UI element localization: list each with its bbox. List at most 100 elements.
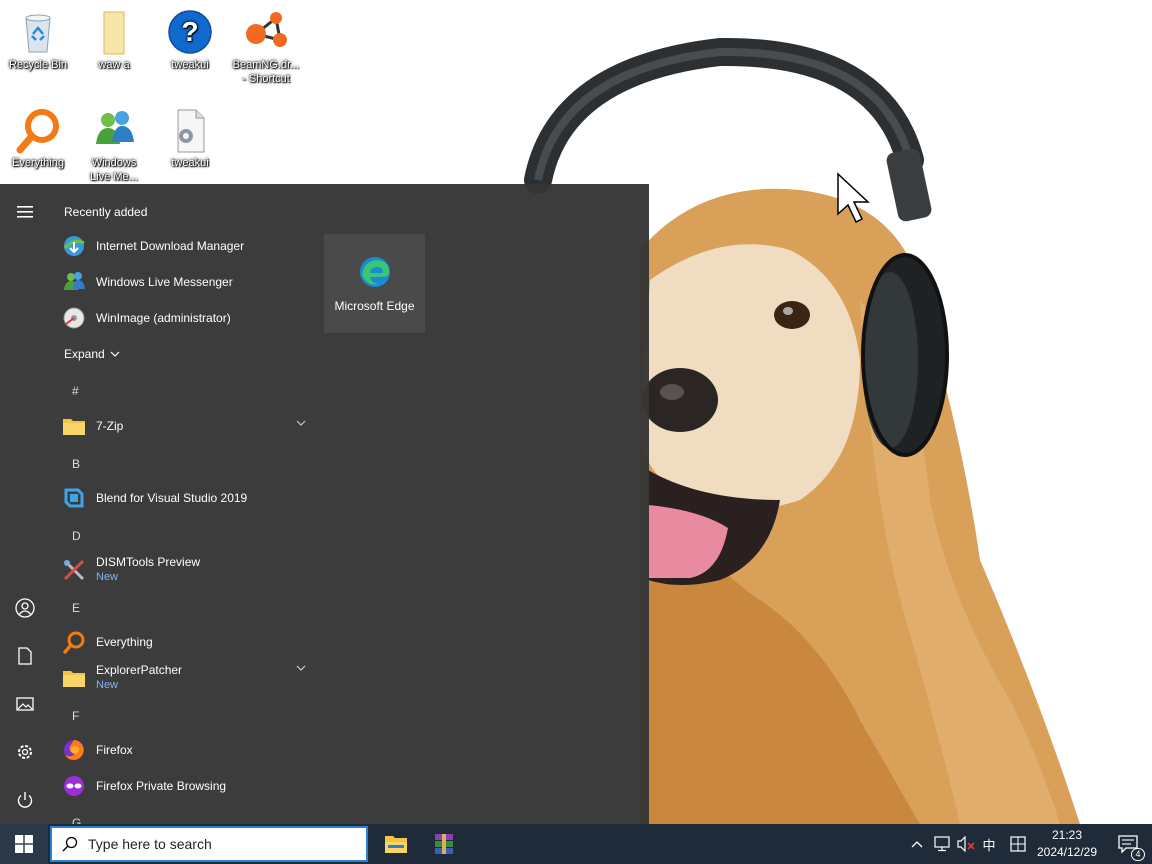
desktop-icon-beamng-shortcut[interactable]: BeamNG.dr... - Shortcut	[228, 8, 304, 86]
settings-file-icon	[177, 109, 205, 153]
documents-icon	[18, 647, 32, 665]
edge-icon	[359, 256, 390, 287]
list-item-winimage[interactable]: WinImage (administrator)	[60, 301, 310, 335]
documents-button[interactable]	[0, 636, 50, 676]
app-list: Recently added Internet Download Manager…	[52, 184, 314, 824]
group-header-g[interactable]: G	[72, 816, 81, 824]
desktop-icon-recycle-bin[interactable]: Recycle Bin	[0, 8, 76, 72]
app-label: Everything	[96, 634, 153, 649]
everything-icon	[60, 628, 88, 656]
desktop-icon-everything[interactable]: Everything	[0, 106, 76, 170]
group-header-f[interactable]: F	[72, 709, 79, 723]
chevron-down-icon	[110, 351, 120, 357]
clock-date: 2024/12/29	[1036, 845, 1098, 859]
expand-button[interactable]: Expand	[64, 347, 120, 361]
power-icon	[17, 792, 33, 808]
settings-button[interactable]	[0, 732, 50, 772]
chevron-down-icon[interactable]	[296, 420, 306, 426]
app-label: 7-Zip	[96, 418, 124, 433]
everything-icon	[16, 109, 59, 154]
user-account-button[interactable]	[0, 588, 50, 628]
settings-icon	[18, 745, 32, 759]
list-item-explorerpatcher[interactable]: ExplorerPatcher New	[60, 661, 310, 695]
start-menu: Recently added Internet Download Manager…	[0, 184, 649, 824]
list-item-windows-live-messenger[interactable]: Windows Live Messenger	[60, 265, 310, 299]
desktop-icon-label: waw a	[98, 59, 130, 71]
list-item-everything[interactable]: Everything	[60, 625, 310, 659]
show-hidden-icons-button[interactable]	[906, 824, 928, 864]
ime-mode-button[interactable]	[1006, 824, 1030, 864]
folder-icon	[103, 11, 125, 55]
clock-time: 21:23	[1051, 828, 1083, 842]
blend-icon	[60, 484, 88, 512]
network-status[interactable]	[930, 824, 954, 864]
new-badge: New	[96, 679, 119, 691]
network-icon	[934, 836, 950, 852]
taskbar-winrar[interactable]	[420, 824, 468, 864]
volume-status[interactable]	[954, 824, 978, 864]
new-badge: New	[96, 571, 119, 583]
notification-count-badge: 4	[1131, 848, 1145, 861]
chevron-down-icon[interactable]	[296, 665, 306, 671]
app-label: Windows Live Messenger	[96, 274, 233, 289]
messenger-icon	[60, 268, 88, 296]
desktop-icon-label-line2: - Shortcut	[242, 73, 290, 85]
tile-microsoft-edge[interactable]: Microsoft Edge	[324, 234, 425, 333]
firefox-private-icon	[60, 772, 88, 800]
tile-label: Microsoft Edge	[334, 298, 415, 313]
taskbar-search-box[interactable]	[50, 826, 368, 862]
desktop-icon-label: tweakui	[171, 59, 209, 71]
list-item-dismtools-preview[interactable]: DISMTools Preview New	[60, 553, 310, 587]
start-button[interactable]	[0, 824, 48, 864]
svg-text:?: ?	[181, 16, 198, 47]
recycle-bin-icon	[25, 14, 51, 53]
search-icon	[62, 836, 78, 852]
pictures-icon	[16, 697, 34, 711]
folder-icon	[60, 664, 88, 692]
ime-grid-icon	[1010, 836, 1026, 852]
desktop-icon-label: tweakui	[171, 157, 209, 169]
desktop-icon-waw-a[interactable]: waw a	[76, 8, 152, 72]
expand-label: Expand	[64, 347, 105, 361]
desktop-icon-windows-live-messenger[interactable]: Windows Live Me...	[76, 106, 152, 184]
app-label: Blend for Visual Studio 2019	[96, 490, 248, 505]
group-header-b[interactable]: B	[72, 457, 80, 471]
app-label: DISMTools Preview	[96, 555, 201, 569]
tools-icon	[60, 556, 88, 584]
app-label: WinImage (administrator)	[96, 310, 231, 325]
windows-logo-icon	[15, 835, 33, 853]
pictures-button[interactable]	[0, 684, 50, 724]
list-item-blend-visual-studio[interactable]: Blend for Visual Studio 2019	[60, 481, 310, 515]
list-item-firefox[interactable]: Firefox	[60, 733, 310, 767]
firefox-icon	[60, 736, 88, 764]
action-center-button[interactable]: 4	[1108, 824, 1148, 864]
help-icon: ?	[168, 10, 212, 54]
desktop-icon-label: Everything	[12, 157, 64, 169]
group-header-d[interactable]: D	[72, 529, 81, 543]
list-item-firefox-private-browsing[interactable]: Firefox Private Browsing	[60, 769, 310, 803]
group-header-e[interactable]: E	[72, 601, 80, 615]
app-label: ExplorerPatcher	[96, 663, 183, 677]
user-icon	[15, 598, 35, 618]
desktop-icon-tweakui-help[interactable]: ? tweakui	[152, 8, 228, 72]
taskbar-file-explorer[interactable]	[372, 824, 420, 864]
desktop-icon-label: Windows	[91, 157, 137, 169]
beamng-icon	[246, 12, 287, 47]
folder-icon	[60, 412, 88, 440]
messenger-icon	[96, 111, 134, 144]
taskbar-clock[interactable]: 21:23 2024/12/29	[1030, 827, 1104, 861]
hamburger-button[interactable]	[0, 192, 50, 232]
desktop-icon-tweakui-file[interactable]: tweakui	[152, 106, 228, 170]
volume-muted-icon	[957, 836, 975, 852]
start-menu-rail	[0, 184, 50, 824]
power-button[interactable]	[0, 780, 50, 820]
search-input[interactable]	[88, 836, 338, 852]
input-method-indicator[interactable]: 中	[978, 824, 1000, 864]
list-item-internet-download-manager[interactable]: Internet Download Manager	[60, 229, 310, 263]
list-item-7-zip[interactable]: 7-Zip	[60, 409, 310, 443]
recently-added-heading: Recently added	[64, 205, 148, 219]
app-label: Firefox Private Browsing	[96, 778, 227, 793]
group-header-hash[interactable]: #	[72, 384, 79, 398]
winimage-icon	[60, 304, 88, 332]
chevron-up-icon	[911, 841, 923, 848]
